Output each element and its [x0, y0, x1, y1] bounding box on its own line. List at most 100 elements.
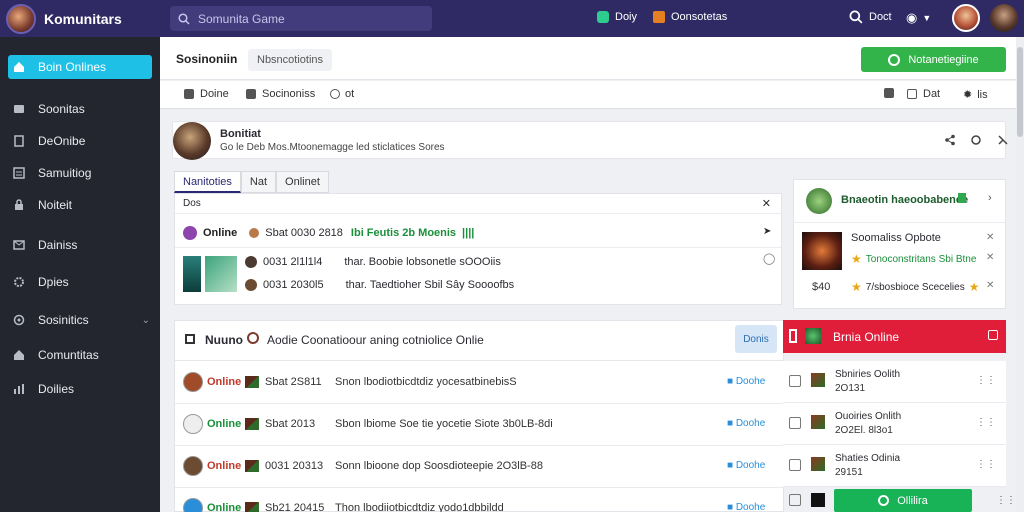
- row-link[interactable]: ■ Doohe: [727, 376, 765, 387]
- profile-avatar[interactable]: [173, 122, 211, 160]
- table-row[interactable]: Online 0031 20313 Sonn lbioone dop Soosdio…: [175, 446, 785, 488]
- checkbox[interactable]: [789, 459, 801, 471]
- tab-3[interactable]: Onlinet: [276, 171, 329, 193]
- online-button-label: Ollilira: [897, 494, 928, 507]
- close-icon[interactable]: ✕: [986, 280, 994, 291]
- side-row[interactable]: Shaties Odinia 29151 ⋮⋮: [783, 445, 1006, 487]
- sidebar-item-noiteit[interactable]: Noiteit: [8, 194, 152, 216]
- toolbar-label: Doine: [200, 88, 229, 100]
- top-search-link[interactable]: Doct: [849, 10, 892, 24]
- title-chip[interactable]: Nbsncotiotins: [248, 49, 333, 71]
- status-text: Online: [207, 418, 242, 430]
- search-input[interactable]: Somunita Game: [170, 6, 432, 31]
- avatar[interactable]: [183, 414, 203, 434]
- scrollbar-thumb[interactable]: [1017, 47, 1023, 137]
- avatar: [245, 256, 257, 268]
- sidebar-item-comuntitas[interactable]: Comuntitas: [8, 344, 152, 366]
- row-link[interactable]: ■ Doohe: [727, 418, 765, 429]
- toolbar-item-5[interactable]: ✹ lis: [963, 88, 988, 102]
- checkbox[interactable]: [789, 375, 801, 387]
- arrow-icon[interactable]: [997, 134, 1009, 146]
- row-extra: Ibi Feutis 2b Moenis: [350, 227, 457, 239]
- sidebar-item-dainiss[interactable]: Dainiss: [8, 234, 152, 256]
- card-price: $40: [812, 281, 831, 293]
- checkbox[interactable]: [789, 417, 801, 429]
- row-title: Sbniries Oolith: [835, 369, 901, 380]
- row-link[interactable]: ■ Doohe: [727, 502, 765, 512]
- avatar[interactable]: [183, 372, 203, 392]
- close-icon[interactable]: ✕: [986, 232, 994, 243]
- side-row[interactable]: Sbniries Oolith 2O131 ⋮⋮: [783, 361, 1006, 403]
- lock-icon: [12, 198, 26, 212]
- shield-icon[interactable]: ◯: [763, 252, 775, 265]
- more-icon[interactable]: ⋮⋮: [976, 417, 996, 428]
- coin-icon: [249, 228, 260, 238]
- thumbnail-2[interactable]: [205, 256, 237, 292]
- row-link-label: Doohe: [735, 460, 766, 471]
- brand-logo: [6, 3, 36, 34]
- toolbar-item-1[interactable]: Doine: [184, 88, 229, 100]
- divider: [794, 222, 1005, 223]
- more-icon[interactable]: ⋮⋮: [976, 459, 996, 470]
- panel-row-1[interactable]: Online Sbat 0030 2818 Ibi Feutis 2b Moen…: [183, 226, 474, 240]
- more-icon[interactable]: ⋮⋮: [996, 495, 1016, 506]
- star-icon: ★: [851, 280, 862, 294]
- star-icon: ★: [968, 280, 980, 294]
- arrow-icon[interactable]: ➤: [763, 226, 771, 237]
- scrollbar[interactable]: [1016, 37, 1024, 512]
- primary-action-button[interactable]: Notanetiegiine: [861, 47, 1006, 72]
- tab-2[interactable]: Nat: [240, 171, 277, 193]
- thumbnail-1[interactable]: [183, 256, 201, 292]
- chevron-right-icon[interactable]: ›: [988, 192, 992, 204]
- checkbox[interactable]: [789, 494, 801, 506]
- clock-icon: [330, 89, 340, 99]
- page-header: Sosinoniin Nbsncotiotins Notanetiegiine: [160, 37, 1016, 80]
- card-line-2: ★ 7/sbosbioce Scecelies ★: [851, 280, 983, 294]
- tab-1[interactable]: Nanitoties: [174, 171, 241, 193]
- share-icon[interactable]: [944, 134, 956, 146]
- feed-header-button[interactable]: Donis: [735, 325, 777, 353]
- row-link[interactable]: ■ Doohe: [727, 460, 765, 471]
- table-row[interactable]: Online Sbat 2S811 Snon lbodiotbicdtdiz yoc…: [175, 362, 785, 404]
- toolbar-label: Dat: [923, 88, 941, 100]
- expand-icon[interactable]: [988, 330, 998, 340]
- close-icon[interactable]: ✕: [986, 252, 994, 263]
- user-avatar-2[interactable]: [990, 4, 1018, 32]
- top-link-2[interactable]: Oonsotetas: [653, 11, 727, 23]
- sidebar-item-doilies[interactable]: Doilies: [8, 378, 152, 400]
- more-icon[interactable]: ⋮⋮: [976, 375, 996, 386]
- sidebar-item-label: Sosinitics: [38, 313, 89, 327]
- notifications-button[interactable]: ◉ ▼: [906, 10, 931, 26]
- avatar[interactable]: [183, 498, 203, 512]
- user-avatar[interactable]: [952, 4, 980, 32]
- product-image[interactable]: [802, 232, 842, 270]
- sidebar-item-home[interactable]: Boin Onlines: [8, 55, 152, 79]
- circle-icon[interactable]: [970, 134, 982, 146]
- side-row[interactable]: Ouoiries Onlith 2O2El. 8l3o1 ⋮⋮: [783, 403, 1006, 445]
- link-icon: ■: [727, 460, 736, 471]
- table-row[interactable]: Online Sbat 2013 Sbon lbiome Soe tie yocet…: [175, 404, 785, 446]
- online-button[interactable]: Ollilira: [834, 489, 972, 512]
- top-link-1[interactable]: Doiy: [597, 11, 637, 23]
- brand[interactable]: Komunitars: [0, 3, 160, 34]
- sidebar-item-sosinitics[interactable]: Sosinitics ⌄: [8, 309, 152, 331]
- sidebar-item-dpies[interactable]: Dpies: [8, 271, 152, 293]
- panel-row-2[interactable]: 0031 2l1l1l4 thar. Boobie lobsonetle sOO…: [245, 256, 501, 268]
- sidebar-item-label: Dainiss: [38, 238, 78, 252]
- message-text: Thon lbodiiotbicdtdiz yodo1dbbildd: [335, 502, 504, 512]
- toolbar-item-2[interactable]: Socinoniss: [246, 88, 315, 100]
- toolbar-item-3[interactable]: ot: [330, 88, 354, 100]
- close-icon[interactable]: ✕: [762, 197, 771, 210]
- table-row[interactable]: Online Sb21 20415 Thon lbodiiotbicdtdiz yo…: [175, 488, 785, 512]
- sidebar-item-samuitiog[interactable]: Samuitiog: [8, 162, 152, 184]
- avatar[interactable]: [183, 456, 203, 476]
- toolbar-item-4[interactable]: Dat: [907, 88, 940, 100]
- alert-banner[interactable]: Brnia Online: [783, 320, 1006, 353]
- chevron-down-icon[interactable]: ⌄: [142, 315, 150, 326]
- toolbar-lock-button[interactable]: [884, 88, 900, 98]
- page-title: Sosinoniin: [176, 52, 238, 66]
- sidebar-item-deonibe[interactable]: DeOnibe: [8, 130, 152, 152]
- sidebar-item-soonitas[interactable]: Soonitas: [8, 98, 152, 120]
- card-heading: Bnaeotin haeoobabence: [841, 194, 969, 206]
- panel-row-3[interactable]: 0031 2030l5 thar. Taedtioher Sbil Sây So…: [245, 279, 514, 291]
